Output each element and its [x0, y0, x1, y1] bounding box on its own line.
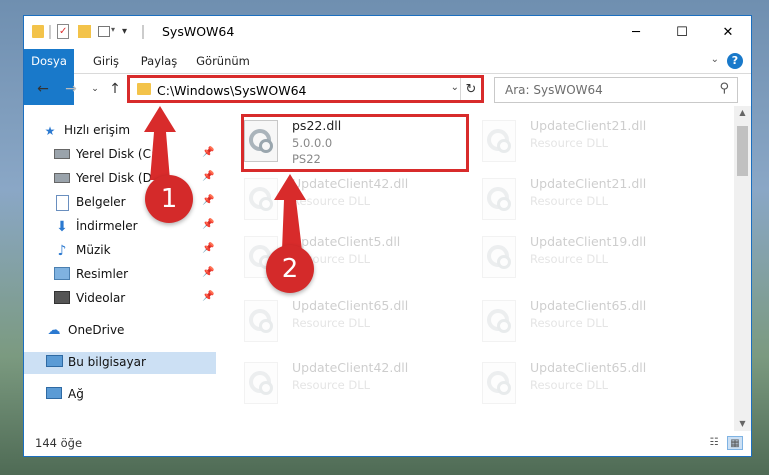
annotation-arrows	[144, 106, 306, 250]
step-badge-1: 1	[145, 175, 193, 223]
arrow-1-icon	[144, 106, 176, 180]
step-badge-2: 2	[266, 245, 314, 293]
arrow-2-icon	[274, 174, 306, 250]
